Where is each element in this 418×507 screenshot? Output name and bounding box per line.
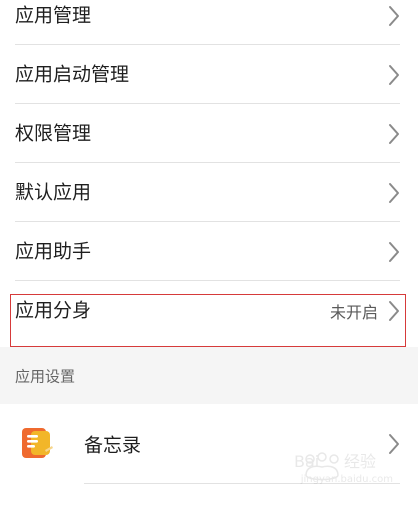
menu-item-app-assistant[interactable]: 应用助手: [0, 222, 418, 281]
chevron-right-icon: [388, 241, 400, 263]
chevron-right-icon: [388, 123, 400, 145]
divider: [84, 483, 400, 484]
section-title: 应用设置: [15, 367, 76, 386]
chevron-right-icon: [388, 5, 400, 27]
app-item-notes[interactable]: 备忘录: [0, 404, 418, 484]
menu-item-default-apps[interactable]: 默认应用: [0, 163, 418, 222]
menu-item-app-management[interactable]: 应用管理: [0, 0, 418, 45]
app-label: 备忘录: [84, 434, 142, 457]
menu-item-label: 权限管理: [15, 122, 92, 144]
settings-page: 应用管理 应用启动管理 权限管理 默认应用 应用助手 应用分身 未开启 应用设置…: [0, 0, 418, 507]
notes-icon: [18, 422, 60, 464]
chevron-right-icon: [388, 300, 400, 322]
menu-item-app-twin[interactable]: 应用分身 未开启: [0, 281, 418, 340]
menu-item-app-startup-management[interactable]: 应用启动管理: [0, 45, 418, 104]
menu-item-permission-management[interactable]: 权限管理: [0, 104, 418, 163]
menu-item-label: 默认应用: [15, 181, 92, 203]
chevron-right-icon: [388, 64, 400, 86]
chevron-right-icon: [388, 433, 400, 455]
menu-item-label: 应用管理: [15, 4, 92, 26]
menu-item-label: 应用启动管理: [15, 63, 130, 85]
menu-item-status: 未开启: [329, 302, 378, 322]
chevron-right-icon: [388, 182, 400, 204]
menu-item-label: 应用分身: [15, 299, 92, 321]
menu-item-label: 应用助手: [15, 240, 92, 262]
